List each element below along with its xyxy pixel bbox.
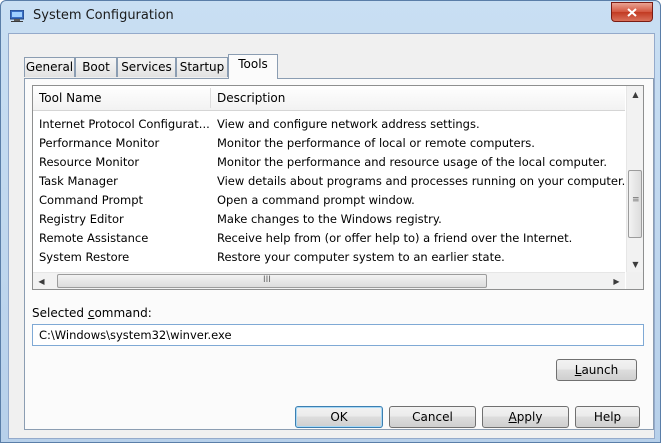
- tool-description-cell: Receive help from (or offer help to) a f…: [217, 231, 573, 245]
- system-configuration-window: System Configuration General Boot Servic…: [0, 0, 661, 443]
- window-title: System Configuration: [33, 8, 174, 23]
- label-text: Selected: [32, 306, 88, 320]
- tab-label: Startup: [179, 60, 225, 74]
- tool-description-cell: Monitor the performance of local or remo…: [217, 136, 535, 150]
- dialog-client-area: General Boot Services Startup Tools Tool…: [8, 33, 655, 439]
- list-row[interactable]: Registry Editor Make changes to the Wind…: [33, 210, 625, 229]
- list-row[interactable]: Task Manager View details about programs…: [33, 172, 625, 191]
- tool-name-cell: Registry Editor: [39, 212, 124, 226]
- scroll-up-arrow-icon[interactable]: ▲: [627, 86, 643, 103]
- tab-tools[interactable]: Tools: [228, 54, 278, 79]
- tool-description-cell: Monitor the performance and resource usa…: [217, 155, 608, 169]
- close-icon: [627, 7, 637, 17]
- selected-command-field[interactable]: C:\Windows\system32\winver.exe: [32, 324, 644, 346]
- tools-list[interactable]: Tool Name Description Internet Protocol …: [32, 85, 644, 290]
- apply-button[interactable]: Apply: [482, 406, 569, 428]
- cancel-button[interactable]: Cancel: [389, 406, 476, 428]
- button-label: pply: [516, 410, 543, 424]
- button-label: aunch: [581, 363, 619, 377]
- grip-icon: ≡: [632, 195, 640, 205]
- tool-name-cell: System Restore: [39, 250, 130, 264]
- title-bar[interactable]: System Configuration: [1, 1, 660, 33]
- tab-label: Tools: [238, 57, 268, 71]
- vertical-scroll-thumb[interactable]: ≡: [628, 170, 642, 238]
- tool-name-cell: Task Manager: [39, 174, 118, 188]
- list-row[interactable]: Internet Protocol Configurat... View and…: [33, 115, 625, 134]
- label-text: ommand:: [94, 306, 152, 320]
- tab-boot[interactable]: Boot: [75, 57, 117, 77]
- list-row[interactable]: System Restore Restore your computer sys…: [33, 248, 625, 267]
- horizontal-scrollbar[interactable]: ◀ III ▶: [33, 272, 625, 289]
- tab-label: Services: [121, 60, 172, 74]
- help-button[interactable]: Help: [575, 406, 640, 428]
- tool-name-cell: Command Prompt: [39, 193, 144, 207]
- launch-button[interactable]: Launch: [556, 359, 637, 381]
- scroll-down-arrow-icon[interactable]: ▼: [627, 256, 643, 273]
- close-button[interactable]: [611, 2, 653, 22]
- scroll-right-arrow-icon[interactable]: ▶: [608, 273, 625, 289]
- tool-name-cell: Internet Protocol Configurat...: [39, 117, 210, 131]
- tool-name-cell: Remote Assistance: [39, 231, 149, 245]
- list-header: Tool Name Description: [33, 86, 625, 111]
- list-row[interactable]: Resource Monitor Monitor the performance…: [33, 153, 625, 172]
- column-header-tool-name[interactable]: Tool Name: [33, 86, 210, 110]
- tool-description-cell: View and configure network address setti…: [217, 117, 480, 131]
- scroll-left-arrow-icon[interactable]: ◀: [33, 273, 50, 289]
- list-row[interactable]: Remote Assistance Receive help from (or …: [33, 229, 625, 248]
- tool-description-cell: Restore your computer system to an earli…: [217, 250, 505, 264]
- tool-description-cell: Make changes to the Windows registry.: [217, 212, 442, 226]
- msconfig-icon: [10, 10, 24, 22]
- vertical-scrollbar[interactable]: ▲ ≡ ▼: [626, 86, 643, 273]
- list-row[interactable]: Performance Monitor Monitor the performa…: [33, 134, 625, 153]
- horizontal-scroll-thumb[interactable]: III: [57, 274, 487, 288]
- tab-label: General: [25, 60, 74, 74]
- access-key: A: [508, 410, 517, 424]
- scrollbar-corner: [626, 272, 643, 289]
- tool-description-cell: View details about programs and processe…: [217, 174, 625, 188]
- tool-name-cell: Resource Monitor: [39, 155, 140, 169]
- grip-icon: III: [263, 275, 271, 285]
- tool-name-cell: Performance Monitor: [39, 136, 160, 150]
- tab-services[interactable]: Services: [117, 57, 176, 77]
- column-header-description[interactable]: Description: [211, 86, 625, 110]
- tool-description-cell: Open a command prompt window.: [217, 193, 415, 207]
- tab-label: Boot: [82, 60, 110, 74]
- tab-startup[interactable]: Startup: [176, 57, 228, 77]
- selected-command-label: Selected command:: [32, 306, 152, 320]
- list-row[interactable]: Command Prompt Open a command prompt win…: [33, 191, 625, 210]
- tab-general[interactable]: General: [24, 57, 75, 77]
- ok-button[interactable]: OK: [295, 406, 383, 428]
